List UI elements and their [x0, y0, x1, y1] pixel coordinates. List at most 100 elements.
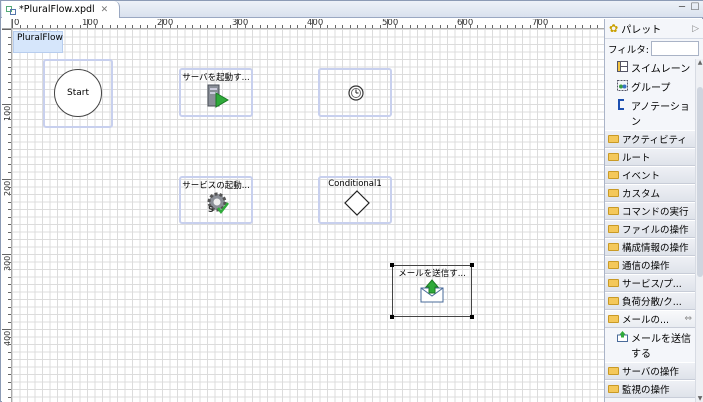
- diagram-canvas[interactable]: 0 100 200 300 400 500 600 700 100 200 30…: [2, 19, 604, 402]
- ruler-tick: [177, 25, 178, 28]
- ruler-tick: [267, 25, 268, 28]
- ruler-tick: [529, 25, 531, 28]
- ruler-tick: [424, 25, 426, 28]
- tool-group[interactable]: グループ: [605, 77, 695, 96]
- drawer-loadbalance[interactable]: 負荷分散/ク...: [605, 292, 695, 310]
- tool-annotation[interactable]: アノテーション: [605, 96, 695, 130]
- drawer-command[interactable]: コマンドの実行: [605, 202, 695, 220]
- ruler-tick: [297, 25, 298, 28]
- selection-handle[interactable]: [470, 315, 474, 319]
- drawer-service[interactable]: サービス/プ...: [605, 274, 695, 292]
- palette-icon: ✿: [609, 22, 619, 35]
- pool-label[interactable]: PluralFlow: [13, 31, 63, 53]
- send-mail-activity[interactable]: メールを送信す...: [390, 263, 474, 319]
- ruler-tick: [567, 25, 568, 28]
- tab-title: *PluralFlow.xpdl: [19, 4, 95, 15]
- send-mail-icon: [617, 331, 628, 342]
- ruler-tick: [8, 66, 11, 68]
- ruler-tick: [8, 359, 11, 360]
- tool-label: アノテーション: [631, 102, 690, 128]
- folder-icon: [608, 171, 619, 179]
- drawer-label: イベント: [622, 171, 661, 182]
- tool-send-mail[interactable]: メールを送信する: [605, 328, 695, 362]
- folder-icon: [608, 367, 619, 375]
- drawer-label: アクティビティ: [622, 135, 687, 146]
- ruler-tick: [559, 25, 561, 28]
- scroll-thumb[interactable]: [697, 87, 703, 277]
- drawer-custom[interactable]: カスタム: [605, 184, 695, 202]
- activity-label: サーバを起動す...: [182, 73, 250, 83]
- ruler-tick: [8, 246, 11, 248]
- ruler-tick: [8, 351, 11, 353]
- ruler-tick: [64, 25, 66, 28]
- ruler-tick: [27, 25, 28, 28]
- drawer-activity[interactable]: アクティビティ: [605, 130, 695, 148]
- drawer-label: ルート: [622, 153, 651, 164]
- drawer-route[interactable]: ルート: [605, 148, 695, 166]
- start-node[interactable]: Start: [43, 59, 113, 128]
- ruler-tick: [304, 25, 306, 28]
- ruler-label: 600: [457, 19, 474, 28]
- ruler-tick: [154, 25, 156, 28]
- drawer-event[interactable]: イベント: [605, 166, 695, 184]
- ruler-label: 200: [157, 19, 174, 28]
- ruler-tick: [207, 25, 208, 28]
- maximize-icon[interactable]: ☐: [690, 3, 700, 13]
- ruler-tick: [244, 25, 246, 28]
- ruler-tick: [139, 25, 141, 28]
- drawer-comm[interactable]: 通信の操作: [605, 256, 695, 274]
- selection-handle[interactable]: [390, 315, 394, 319]
- start-event[interactable]: Start: [54, 69, 102, 117]
- ruler-tick: [417, 25, 418, 28]
- ruler-tick: [222, 25, 223, 28]
- palette-scrollbar[interactable]: ▲ ▼: [695, 59, 703, 402]
- filter-input[interactable]: [651, 41, 700, 56]
- palette-collapse-icon[interactable]: ▷: [692, 24, 699, 34]
- ruler-tick: [334, 25, 336, 28]
- xpdl-file-icon: [6, 5, 16, 15]
- drawer-server[interactable]: サーバの操作: [605, 362, 695, 380]
- ruler-tick: [2, 29, 11, 30]
- ruler-tick: [8, 51, 11, 53]
- ruler-tick: [8, 314, 11, 315]
- ruler-tick: [237, 19, 238, 28]
- ruler-tick: [42, 25, 43, 28]
- ruler-tick: [229, 25, 231, 28]
- ruler-tick: [8, 291, 11, 293]
- ruler-tick: [379, 25, 381, 28]
- scroll-up-icon[interactable]: ▲: [696, 59, 703, 66]
- folder-icon: [608, 135, 619, 143]
- conditional-gateway[interactable]: Conditional1: [318, 176, 392, 224]
- drawer-label: 構成情報の操作: [622, 243, 689, 254]
- ruler-tick: [2, 104, 11, 105]
- selection-handle[interactable]: [390, 263, 394, 267]
- selection-handle[interactable]: [470, 263, 474, 267]
- ruler-tick: [147, 25, 148, 28]
- ruler-tick: [8, 276, 11, 278]
- editor-tab[interactable]: *PluralFlow.xpdl ✕: [2, 1, 120, 18]
- ruler-tick: [94, 25, 96, 28]
- ruler-tick: [124, 25, 126, 28]
- drawer-monitor[interactable]: 監視の操作: [605, 380, 695, 398]
- drawer-label: 負荷分散/ク...: [622, 297, 682, 308]
- ruler-tick: [8, 74, 11, 75]
- start-server-activity[interactable]: サーバを起動す...: [179, 68, 253, 117]
- pin-icon[interactable]: ⇔: [684, 314, 692, 324]
- tool-label: スイムレーン: [631, 64, 691, 75]
- start-label: Start: [67, 88, 89, 98]
- group-icon: [617, 80, 628, 91]
- close-icon[interactable]: ✕: [101, 5, 109, 15]
- drawer-mail[interactable]: メールの... ⇔: [605, 310, 695, 328]
- minimize-icon[interactable]: ─: [677, 3, 687, 13]
- vertical-ruler: 100 200 300 400: [2, 29, 12, 402]
- folder-icon: [608, 207, 619, 215]
- ruler-tick: [72, 25, 73, 28]
- drawer-file[interactable]: ファイルの操作: [605, 220, 695, 238]
- ruler-tick: [462, 19, 463, 28]
- drawer-config[interactable]: 構成情報の操作: [605, 238, 695, 256]
- ruler-tick: [8, 381, 11, 383]
- tool-swimlane[interactable]: スイムレーン: [605, 58, 695, 77]
- scroll-down-icon[interactable]: ▼: [696, 395, 703, 402]
- start-service-activity[interactable]: サービスの起動... S: [179, 176, 253, 224]
- timer-event[interactable]: [318, 68, 392, 117]
